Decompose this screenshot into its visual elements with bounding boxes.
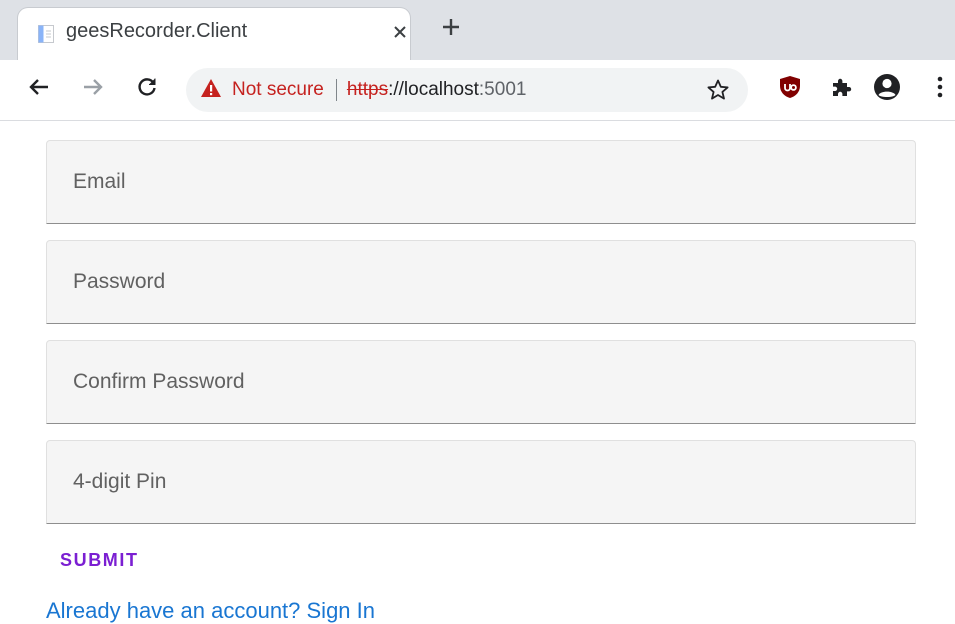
menu-button[interactable] xyxy=(930,74,950,104)
security-chip[interactable]: Not secure https://localhost:5001 xyxy=(200,78,526,102)
account-icon xyxy=(873,73,901,106)
url-port: :5001 xyxy=(478,79,527,100)
more-vertical-icon xyxy=(937,76,943,103)
arrow-right-icon xyxy=(82,76,104,103)
browser-window: geesRecorder.Client Not secure https://l… xyxy=(0,0,955,624)
address-bar[interactable]: Not secure https://localhost:5001 xyxy=(186,68,748,112)
star-icon[interactable] xyxy=(706,78,730,102)
ublock-button[interactable] xyxy=(775,74,805,104)
tab-strip: geesRecorder.Client xyxy=(0,0,955,60)
url-text[interactable]: https://localhost:5001 xyxy=(347,79,527,101)
email-field-container xyxy=(46,140,916,224)
url-scheme: https xyxy=(346,79,389,100)
back-button[interactable] xyxy=(24,74,54,104)
puzzle-icon xyxy=(830,76,852,103)
reload-button[interactable] xyxy=(132,74,162,104)
pin-field-container xyxy=(46,440,916,524)
tab-active[interactable]: geesRecorder.Client xyxy=(18,8,410,60)
password-field-container xyxy=(46,240,916,324)
security-label: Not secure xyxy=(232,79,324,100)
extensions-button[interactable] xyxy=(826,74,856,104)
pin-field[interactable] xyxy=(47,441,915,523)
email-field[interactable] xyxy=(47,141,915,223)
close-icon[interactable] xyxy=(390,21,410,43)
omnibox-divider xyxy=(335,79,337,101)
submit-button[interactable]: SUBMIT xyxy=(52,544,147,577)
ublock-shield-icon xyxy=(779,75,801,104)
sign-in-link[interactable]: Already have an account? Sign In xyxy=(46,598,375,624)
plus-icon[interactable] xyxy=(436,14,466,44)
confirm-password-field-container xyxy=(46,340,916,424)
arrow-left-icon xyxy=(28,76,50,103)
page-content: SUBMIT Already have an account? Sign In xyxy=(0,121,955,624)
confirm-password-field[interactable] xyxy=(47,341,915,423)
page-icon xyxy=(38,25,54,43)
profile-button[interactable] xyxy=(872,73,902,106)
forward-button[interactable] xyxy=(78,74,108,104)
url-host: ://localhost xyxy=(388,79,479,100)
browser-toolbar: Not secure https://localhost:5001 xyxy=(0,60,955,121)
password-field[interactable] xyxy=(47,241,915,323)
reload-icon xyxy=(136,76,158,103)
tab-title: geesRecorder.Client xyxy=(66,20,248,42)
warning-triangle-icon xyxy=(200,78,222,103)
